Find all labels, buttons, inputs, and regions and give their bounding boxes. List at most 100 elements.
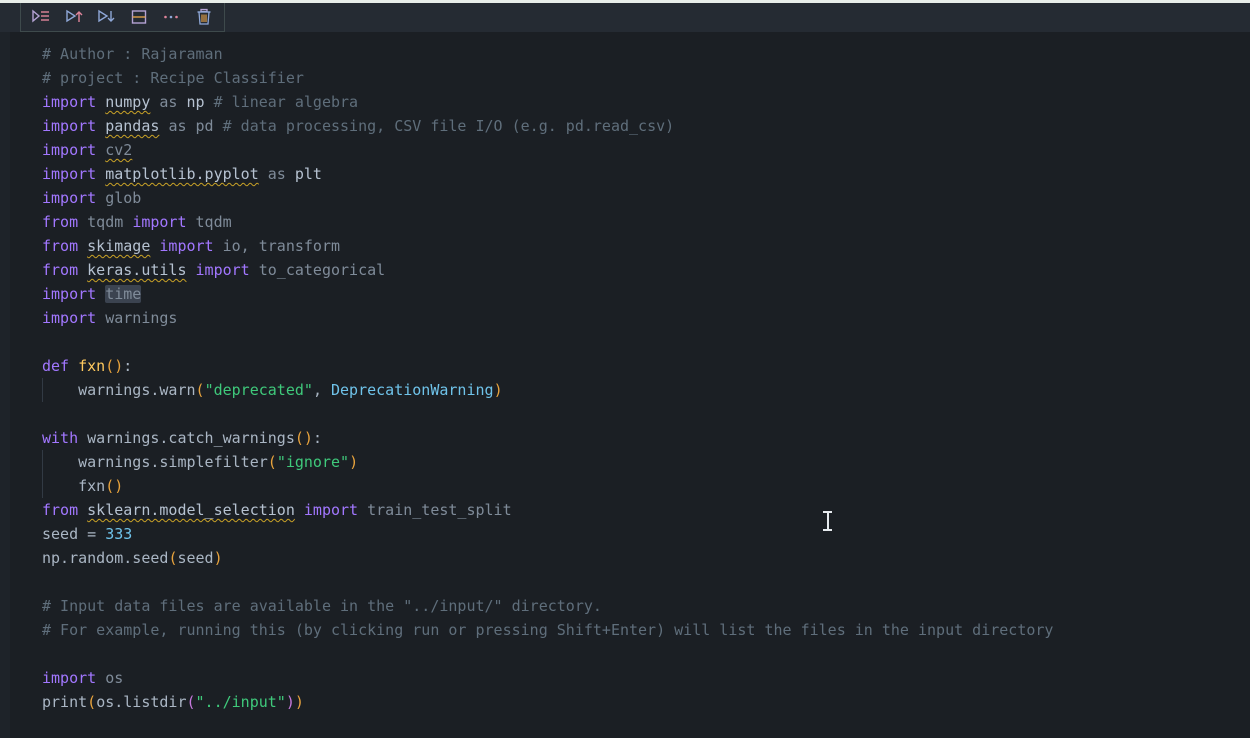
code-line[interactable]: np.random.seed(seed) (10, 546, 1250, 570)
code-line[interactable]: from keras.utils import to_categorical (10, 258, 1250, 282)
code-token: ) (213, 549, 223, 567)
code-content[interactable]: # Author : Rajaraman # project : Recipe C… (10, 32, 1250, 714)
code-line[interactable]: print(os.listdir("../input")) (10, 690, 1250, 714)
cell-toolbar (20, 3, 225, 32)
code-line[interactable]: fxn() (10, 474, 1250, 498)
code-token: cv2 (105, 141, 133, 159)
code-token: sklearn.model_selection (87, 501, 295, 519)
code-token: ) (294, 693, 304, 711)
run-below-icon[interactable] (93, 5, 119, 29)
code-token: : (123, 357, 133, 375)
code-token: import (42, 669, 97, 687)
code-token: warnings.catch_warnings (78, 429, 295, 447)
code-token: as (267, 165, 286, 183)
code-token: ) (285, 693, 295, 711)
code-token: () (105, 357, 124, 375)
code-line[interactable]: warnings.simplefilter("ignore") (10, 450, 1250, 474)
code-token: seed (177, 549, 214, 567)
code-token: = (87, 525, 106, 543)
editor-gutter[interactable] (0, 32, 10, 738)
code-line[interactable]: from sklearn.model_selection import trai… (10, 498, 1250, 522)
code-token: plt (294, 165, 322, 183)
code-token: tqdm (195, 213, 232, 231)
code-line[interactable] (10, 402, 1250, 426)
code-token: skimage (87, 237, 151, 255)
code-line[interactable]: def fxn(): (10, 354, 1250, 378)
indent-guide (42, 378, 43, 402)
code-token: from (42, 213, 79, 231)
code-token: os (105, 669, 124, 687)
code-editor-window: # Author : Rajaraman # project : Recipe C… (0, 0, 1250, 738)
delete-cell-icon[interactable] (191, 5, 217, 29)
code-token: train_test_split (367, 501, 512, 519)
code-line[interactable]: from skimage import io, transform (10, 234, 1250, 258)
code-line[interactable]: seed = 333 (10, 522, 1250, 546)
code-line[interactable]: with warnings.catch_warnings(): (10, 426, 1250, 450)
code-token: warnings.simplefilter (42, 453, 268, 471)
code-line[interactable]: warnings.warn("deprecated", DeprecationW… (10, 378, 1250, 402)
code-token: pandas (105, 117, 160, 135)
code-line[interactable]: import warnings (10, 306, 1250, 330)
code-token: : (312, 429, 322, 447)
code-token: import (42, 165, 97, 183)
code-token: warnings.warn (42, 381, 196, 399)
code-token: import (42, 189, 97, 207)
code-line[interactable]: import numpy as np # linear algebra (10, 90, 1250, 114)
split-cell-icon[interactable] (126, 5, 152, 29)
code-token: time (105, 285, 142, 303)
indent-guide (42, 450, 43, 474)
code-line[interactable] (10, 570, 1250, 594)
code-token: ( (186, 693, 196, 711)
code-token: matplotlib.pyplot (105, 165, 259, 183)
code-line[interactable]: # Input data files are available in the … (10, 594, 1250, 618)
editor-surface[interactable]: # Author : Rajaraman # project : Recipe C… (10, 32, 1250, 738)
code-token: 333 (105, 525, 133, 543)
code-token: numpy (105, 93, 151, 111)
code-line[interactable]: # project : Recipe Classifier (10, 66, 1250, 90)
code-line[interactable]: import matplotlib.pyplot as plt (10, 162, 1250, 186)
code-line[interactable]: # For example, running this (by clicking… (10, 618, 1250, 642)
code-line[interactable]: # Author : Rajaraman (10, 42, 1250, 66)
code-token: # data processing, CSV file I/O (e.g. pd… (222, 117, 675, 135)
code-token: fxn (42, 477, 106, 495)
code-line[interactable]: import time (10, 282, 1250, 306)
code-line[interactable]: import pandas as pd # data processing, C… (10, 114, 1250, 138)
code-token: ) (493, 381, 503, 399)
code-token: fxn (78, 357, 106, 375)
code-line[interactable]: from tqdm import tqdm (10, 210, 1250, 234)
code-token: import (159, 237, 214, 255)
code-token: as (168, 117, 187, 135)
code-token: DeprecationWarning (331, 381, 494, 399)
code-token: ) (349, 453, 359, 471)
run-all-cells-icon[interactable] (28, 5, 54, 29)
code-token: import (42, 93, 97, 111)
code-line[interactable]: import os (10, 666, 1250, 690)
code-line[interactable]: import cv2 (10, 138, 1250, 162)
more-options-icon[interactable] (158, 5, 184, 29)
code-line[interactable] (10, 330, 1250, 354)
code-line[interactable] (10, 642, 1250, 666)
code-token: to_categorical (258, 261, 386, 279)
run-above-icon[interactable] (61, 5, 87, 29)
code-line[interactable]: import glob (10, 186, 1250, 210)
